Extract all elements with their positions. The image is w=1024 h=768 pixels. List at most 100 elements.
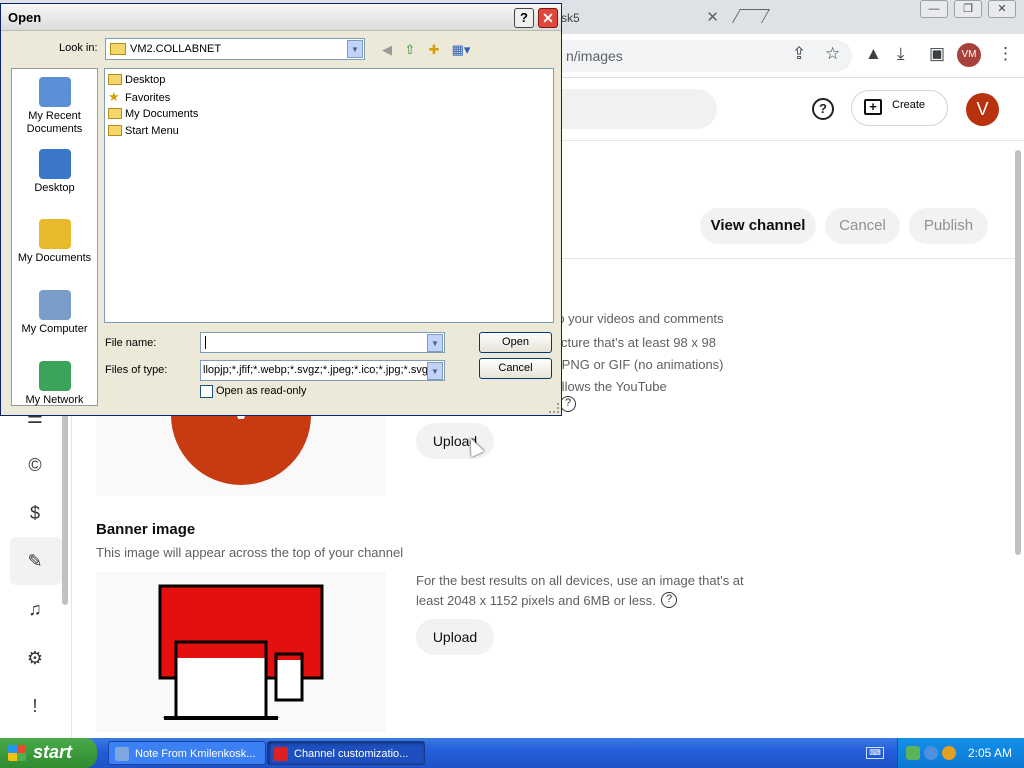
picture-help-icon[interactable]: ?	[560, 396, 576, 412]
read-only-label: Open as read-only	[216, 385, 307, 397]
folder-icon	[110, 43, 126, 55]
picture-upload-button[interactable]: Upload	[416, 423, 494, 459]
view-menu-icon[interactable]: ▦▾	[449, 42, 473, 58]
chevron-down-icon[interactable]: ▼	[427, 334, 443, 352]
list-item[interactable]: ★ Favorites	[108, 89, 170, 105]
cancel-button[interactable]: Cancel	[825, 208, 900, 244]
cancel-dialog-button[interactable]: Cancel	[479, 358, 552, 379]
new-folder-icon[interactable]: ✚	[425, 42, 443, 58]
dialog-close-button[interactable]: ✕	[538, 8, 558, 28]
page-scrollbar[interactable]	[1015, 150, 1021, 555]
document-icon	[115, 747, 129, 761]
chevron-down-icon[interactable]: ▼	[347, 40, 363, 58]
restore-button[interactable]: ❐	[954, 0, 982, 18]
text-caret	[205, 336, 206, 349]
star-icon: ★	[108, 89, 120, 104]
look-in-select[interactable]: VM2.COLLABNET ▼	[105, 38, 365, 60]
search-tray-icon[interactable]	[942, 746, 956, 760]
folder-icon	[108, 108, 122, 119]
banner-description: For the best results on all devices, use…	[416, 571, 746, 611]
files-of-type-value: llopjp;*.jfif;*.webp;*.svgz;*.jpeg;*.ico…	[203, 364, 436, 376]
list-item[interactable]: My Documents	[108, 106, 198, 122]
picture-desc-line: e follows the YouTube	[540, 379, 667, 394]
keyboard-icon[interactable]: ⌨	[866, 747, 884, 759]
dialog-help-button[interactable]: ?	[514, 8, 534, 28]
banner-help-icon[interactable]: ?	[661, 592, 677, 608]
globe-icon[interactable]	[924, 746, 938, 760]
feedback-icon[interactable]: !	[22, 693, 48, 719]
taskbar-item-channel[interactable]: Channel customizatio...	[267, 741, 425, 765]
chevron-down-icon[interactable]: ▼	[427, 362, 443, 380]
picture-desc-line: a picture that's at least 98 x 98	[540, 335, 716, 350]
start-label: start	[33, 742, 73, 762]
read-only-checkbox[interactable]	[200, 385, 213, 398]
search-input[interactable]	[540, 89, 717, 129]
files-of-type-select[interactable]: llopjp;*.jfif;*.webp;*.svgz;*.jpeg;*.ico…	[200, 360, 445, 381]
places-bar: My Recent Documents Desktop My Documents…	[11, 68, 98, 406]
place-my-recent-documents[interactable]: My Recent Documents	[12, 77, 97, 136]
divider	[560, 258, 1016, 259]
side-panel-icon[interactable]: ▣	[929, 44, 945, 64]
labs-flask-icon[interactable]: ▲	[865, 44, 882, 64]
list-item[interactable]: Desktop	[108, 72, 165, 88]
monetization-icon[interactable]: $	[22, 500, 48, 526]
place-my-computer[interactable]: My Computer	[12, 290, 97, 336]
files-of-type-label: Files of type:	[105, 364, 168, 376]
sidebar-scrollbar[interactable]	[62, 400, 68, 605]
open-button[interactable]: Open	[479, 332, 552, 353]
tab-title: sk5	[561, 11, 580, 25]
place-label: My Network	[25, 394, 84, 406]
browser-menu-icon[interactable]: ⋮	[997, 44, 1014, 64]
create-plus-icon: +	[864, 99, 882, 115]
create-button[interactable]: + Create	[851, 90, 948, 126]
file-name-label: File name:	[105, 337, 157, 349]
account-avatar[interactable]: V	[966, 93, 999, 126]
help-icon[interactable]: ?	[812, 98, 834, 120]
folder-icon	[108, 125, 122, 136]
resize-grip[interactable]	[549, 403, 559, 413]
banner-desc-line: least 2048 x 1152 pixels and 6MB or less…	[416, 593, 656, 608]
new-tab-icon[interactable]	[731, 9, 771, 23]
customization-icon: ✎	[27, 551, 43, 571]
back-icon[interactable]: ◀	[378, 42, 396, 58]
picture-desc-line: xt to your videos and comments	[540, 311, 724, 326]
taskbar-item-note[interactable]: Note From Kmilenkosk...	[108, 741, 266, 765]
download-icon[interactable]: ⤓	[897, 44, 905, 64]
tab-close-icon[interactable]: ✕	[706, 8, 719, 26]
my-computer-icon	[38, 290, 71, 320]
audio-library-icon[interactable]: ♫	[22, 596, 48, 622]
browser-profile-avatar[interactable]: VM	[957, 43, 981, 67]
file-name-input[interactable]: ▼	[200, 332, 445, 353]
network-icon[interactable]	[906, 746, 920, 760]
view-channel-button[interactable]: View channel	[700, 208, 816, 244]
studio-sidebar: ☰ © $ ✎ ♫ ⚙ !	[0, 400, 72, 740]
start-button[interactable]: start	[0, 738, 97, 768]
my-documents-icon	[38, 219, 71, 249]
window-controls: — ❐ ✕	[920, 0, 1016, 18]
file-name: Favorites	[125, 92, 171, 104]
share-icon[interactable]: ⇪	[792, 44, 806, 64]
file-list[interactable]: Desktop ★ Favorites My Documents Start Me…	[104, 68, 554, 323]
dialog-titlebar[interactable]: Open ? ✕	[1, 4, 561, 31]
folder-icon	[108, 74, 122, 85]
place-my-documents[interactable]: My Documents	[12, 219, 97, 265]
settings-icon[interactable]: ⚙	[22, 645, 48, 671]
publish-button[interactable]: Publish	[909, 208, 988, 244]
bookmark-star-icon[interactable]: ☆	[825, 44, 840, 64]
list-item[interactable]: Start Menu	[108, 123, 179, 139]
browser-tab[interactable]: sk5 ✕	[555, 2, 727, 34]
minimize-button[interactable]: —	[920, 0, 948, 18]
up-folder-icon[interactable]: ⇧	[401, 42, 419, 58]
place-desktop[interactable]: Desktop	[12, 149, 97, 195]
windows-logo-icon	[8, 745, 26, 761]
place-label: My Computer	[21, 323, 88, 335]
copyright-icon[interactable]: ©	[22, 452, 48, 478]
look-in-value: VM2.COLLABNET	[130, 43, 222, 55]
place-my-network[interactable]: My Network	[12, 361, 97, 407]
browser-icon	[274, 747, 288, 761]
create-label: Create	[892, 99, 926, 111]
close-window-button[interactable]: ✕	[988, 0, 1016, 18]
dialog-title: Open	[8, 10, 42, 25]
clock: 2:05 AM	[968, 746, 1013, 760]
banner-upload-button[interactable]: Upload	[416, 619, 494, 655]
